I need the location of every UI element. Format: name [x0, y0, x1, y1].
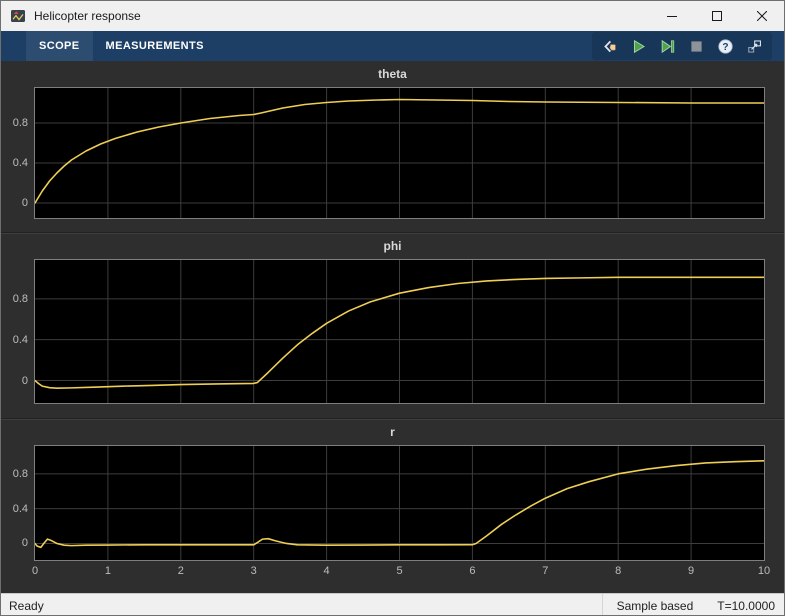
status-text: Ready [1, 599, 602, 613]
sample-mode-label: Sample based [617, 599, 694, 613]
y-tick-label: 0.4 [13, 334, 28, 346]
theta-plot[interactable]: 00.40.8 [34, 87, 765, 219]
run-button[interactable] [626, 34, 651, 59]
close-icon [757, 11, 767, 21]
simulation-time-label: T=10.0000 [717, 599, 775, 613]
y-tick-label: 0 [22, 197, 28, 209]
x-tick-label: 6 [469, 565, 475, 577]
y-tick-label: 0.8 [13, 468, 28, 480]
phi-trace-canvas [35, 260, 764, 403]
scope-window: Helicopter response SCOPE MEASUREMENTS [0, 0, 785, 616]
phi-plot[interactable]: 00.40.8 [34, 259, 765, 404]
y-tick-label: 0.4 [13, 503, 28, 515]
y-tick-label: 0.8 [13, 117, 28, 129]
x-tick-label: 3 [251, 565, 257, 577]
r-trace-canvas [35, 446, 764, 560]
maximize-icon [712, 11, 722, 21]
svg-text:?: ? [722, 41, 728, 52]
stop-button[interactable] [684, 34, 709, 59]
x-tick-label: 4 [324, 565, 330, 577]
run-icon [630, 38, 647, 55]
highlight-simulink-block-icon [746, 38, 763, 55]
x-tick-label: 8 [615, 565, 621, 577]
plot-title-theta: theta [1, 61, 784, 85]
help-button[interactable]: ? [713, 34, 738, 59]
step-forward-button[interactable] [655, 34, 680, 59]
step-back-button[interactable] [597, 34, 622, 59]
x-tick-label: 10 [758, 565, 770, 577]
stop-icon [688, 38, 705, 55]
status-bar: Ready Sample based T=10.0000 [1, 593, 784, 616]
close-button[interactable] [739, 1, 784, 31]
y-tick-label: 0.8 [13, 293, 28, 305]
theta-trace-canvas [35, 88, 764, 218]
status-right-group: Sample based T=10.0000 [602, 594, 784, 616]
window-title: Helicopter response [34, 9, 141, 23]
x-tick-label: 5 [396, 565, 402, 577]
x-tick-label: 1 [105, 565, 111, 577]
step-back-icon [601, 38, 618, 55]
x-tick-label: 2 [178, 565, 184, 577]
toolstrip: SCOPE MEASUREMENTS [1, 31, 784, 61]
title-bar[interactable]: Helicopter response [1, 1, 784, 31]
scope-app-icon [10, 8, 26, 24]
theta-panel: theta 00.40.8 [1, 61, 784, 232]
maximize-button[interactable] [694, 1, 739, 31]
x-tick-label: 0 [32, 565, 38, 577]
x-tick-label: 7 [542, 565, 548, 577]
minimize-button[interactable] [649, 1, 694, 31]
plot-region: theta 00.40.8 phi 00.40.8 r 00.40.801234… [1, 61, 784, 593]
y-tick-label: 0 [22, 537, 28, 549]
y-tick-label: 0 [22, 375, 28, 387]
minimize-icon [667, 11, 677, 21]
plot-title-r: r [1, 419, 784, 443]
y-tick-label: 0.4 [13, 157, 28, 169]
simulate-controls: ? [592, 32, 772, 60]
phi-panel: phi 00.40.8 [1, 232, 784, 418]
plot-title-phi: phi [1, 233, 784, 257]
tab-scope[interactable]: SCOPE [26, 31, 93, 61]
r-panel: r 00.40.8012345678910 [1, 418, 784, 593]
step-forward-icon [659, 38, 676, 55]
x-tick-label: 9 [688, 565, 694, 577]
help-icon: ? [717, 38, 734, 55]
tab-measurements[interactable]: MEASUREMENTS [93, 31, 217, 61]
highlight-block-button[interactable] [742, 34, 767, 59]
r-plot[interactable]: 00.40.8012345678910 [34, 445, 765, 561]
